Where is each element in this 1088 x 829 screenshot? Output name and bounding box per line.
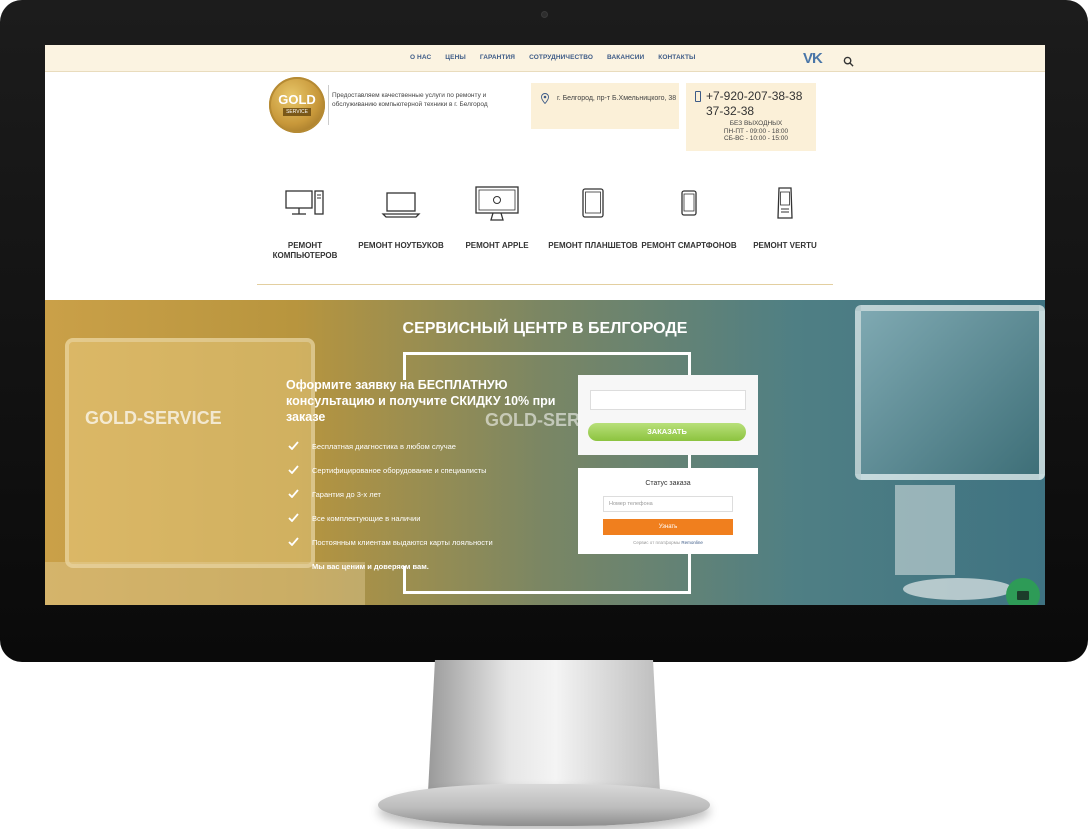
status-note-prefix: Сервис от платформы [633,540,681,545]
camera-dot [541,11,548,18]
chat-envelope-icon [1017,590,1029,600]
address-text: г. Белгород, пр-т Б.Хмельницкого, 38 [557,95,677,102]
order-form: ЗАКАЗАТЬ [578,375,758,455]
offer-title: Оформите заявку на БЕСПЛАТНУЮ консультац… [286,378,556,424]
service-vertu[interactable]: РЕМОНТ VERTU [737,181,833,285]
vertu-phone-icon [777,187,793,219]
logo-title: GOLD [278,92,316,107]
status-note-link[interactable]: Remonline [681,540,703,545]
service-label: РЕМОНТ VERTU [753,241,817,250]
benefit-item: Постоянным клиентам выдаются карты лояль… [286,531,586,555]
hours-line-1: БЕЗ ВЫХОДНЫХ [729,120,783,127]
hours-line-2: ПН-ПТ - 09:00 - 18:00 [723,127,789,135]
hero-background-laptop [65,338,315,568]
website-screen: О НАС ЦЕНЫ ГАРАНТИЯ СОТРУДНИЧЕСТВО ВАКАН… [45,45,1045,605]
apple-icon [475,186,519,221]
phone-icon [695,91,701,102]
benefit-text: Все комплектующие в наличии [312,514,421,523]
check-icon [288,489,299,498]
hero-brand-watermark: GOLD-SERVICE [85,408,222,428]
working-hours: БЕЗ ВЫХОДНЫХ ПН-ПТ - 09:00 - 18:00 СБ-ВС… [706,120,806,143]
service-label: РЕМОНТ ПЛАНШЕТОВ [548,241,638,250]
status-title: Статус заказа [645,480,691,487]
service-categories: РЕМОНТ КОМПЬЮТЕРОВ РЕМОНТ НОУТБУКОВ РЕМО… [257,181,833,285]
benefit-item: Гарантия до 3-х лет [286,483,586,507]
check-icon [288,513,299,522]
search-icon[interactable] [843,56,854,67]
benefit-item: Сертифицированое оборудование и специали… [286,459,586,483]
service-label: РЕМОНТ НОУТБУКОВ [358,241,444,250]
service-tablets[interactable]: РЕМОНТ ПЛАНШЕТОВ [545,181,641,285]
benefit-text: Постоянным клиентам выдаются карты лояль… [312,538,493,547]
benefit-item: Все комплектующие в наличии [286,507,586,531]
smartphone-icon [681,190,697,216]
service-label: РЕМОНТ СМАРТФОНОВ [641,241,737,250]
gold-service-logo[interactable]: GOLD SERVICE [269,77,325,133]
service-label: РЕМОНТ APPLE [465,241,529,250]
hours-line-3: СБ-ВС - 10:00 - 15:00 [723,135,789,142]
nav-links: О НАС ЦЕНЫ ГАРАНТИЯ СОТРУДНИЧЕСТВО ВАКАН… [410,54,696,61]
hero-title: СЕРВИСНЫЙ ЦЕНТР В БЕЛГОРОДЕ [402,320,688,337]
tablet-icon [582,188,604,218]
laptop-icon [381,192,421,218]
hero-background-imac-stand [895,485,955,575]
top-navigation-bar: О НАС ЦЕНЫ ГАРАНТИЯ СОТРУДНИЧЕСТВО ВАКАН… [45,45,1045,72]
monitor-stand-base [378,784,710,826]
desktop-icon [285,190,324,215]
benefit-text: Бесплатная диагностика в любом случае [312,442,456,451]
nav-link-warranty[interactable]: ГАРАНТИЯ [480,54,515,61]
hero-section: GOLD-SERVICE GOLD-SERVICE СЕРВИСНЫЙ ЦЕНТ… [45,300,1045,605]
order-input[interactable] [590,390,746,410]
location-pin-icon [541,93,549,104]
phone-box: +7-920-207-38-38 37-32-38 БЕЗ ВЫХОДНЫХ П… [686,83,816,151]
benefit-text: Сертифицированое оборудование и специали… [312,466,487,475]
chat-button[interactable] [1006,578,1040,605]
benefit-text: Гарантия до 3-х лет [312,490,381,499]
status-phone-input[interactable]: Номер телефона [603,496,733,512]
monitor-stand-neck [428,660,660,792]
service-smartphones[interactable]: РЕМОНТ СМАРТФОНОВ [641,181,737,285]
phone-number[interactable]: +7-920-207-38-38 37-32-38 [706,89,814,119]
order-status-widget: Статус заказа Номер телефона Узнать Серв… [578,468,758,554]
service-computers[interactable]: РЕМОНТ КОМПЬЮТЕРОВ [257,181,353,285]
status-note: Сервис от платформы Remonline [578,540,758,545]
nav-link-vacancies[interactable]: ВАКАНСИИ [607,54,644,61]
benefit-item: Бесплатная диагностика в любом случае [286,435,586,459]
check-icon [288,441,299,450]
hero-background-mouse [903,578,1013,600]
nav-link-prices[interactable]: ЦЕНЫ [445,54,466,61]
logo-subtitle: SERVICE [283,108,311,116]
nav-link-about[interactable]: О НАС [410,54,431,61]
order-button[interactable]: ЗАКАЗАТЬ [588,423,746,441]
check-icon [288,465,299,474]
service-label: РЕМОНТ КОМПЬЮТЕРОВ [272,241,338,260]
address-box: г. Белгород, пр-т Б.Хмельницкого, 38 [531,83,679,129]
service-laptops[interactable]: РЕМОНТ НОУТБУКОВ [353,181,449,285]
vk-icon[interactable]: VK [803,51,829,66]
logo-divider [328,85,329,125]
benefits-list: Бесплатная диагностика в любом случае Се… [286,435,586,579]
check-icon [288,537,299,546]
company-tagline: Предоставляем качественные услуги по рем… [332,92,488,108]
nav-link-cooperation[interactable]: СОТРУДНИЧЕСТВО [529,54,593,61]
status-check-button[interactable]: Узнать [603,519,733,535]
service-apple[interactable]: РЕМОНТ APPLE [449,181,545,285]
nav-link-contacts[interactable]: КОНТАКТЫ [658,54,695,61]
benefit-closing: Мы вас ценим и доверяем вам. [312,562,429,571]
